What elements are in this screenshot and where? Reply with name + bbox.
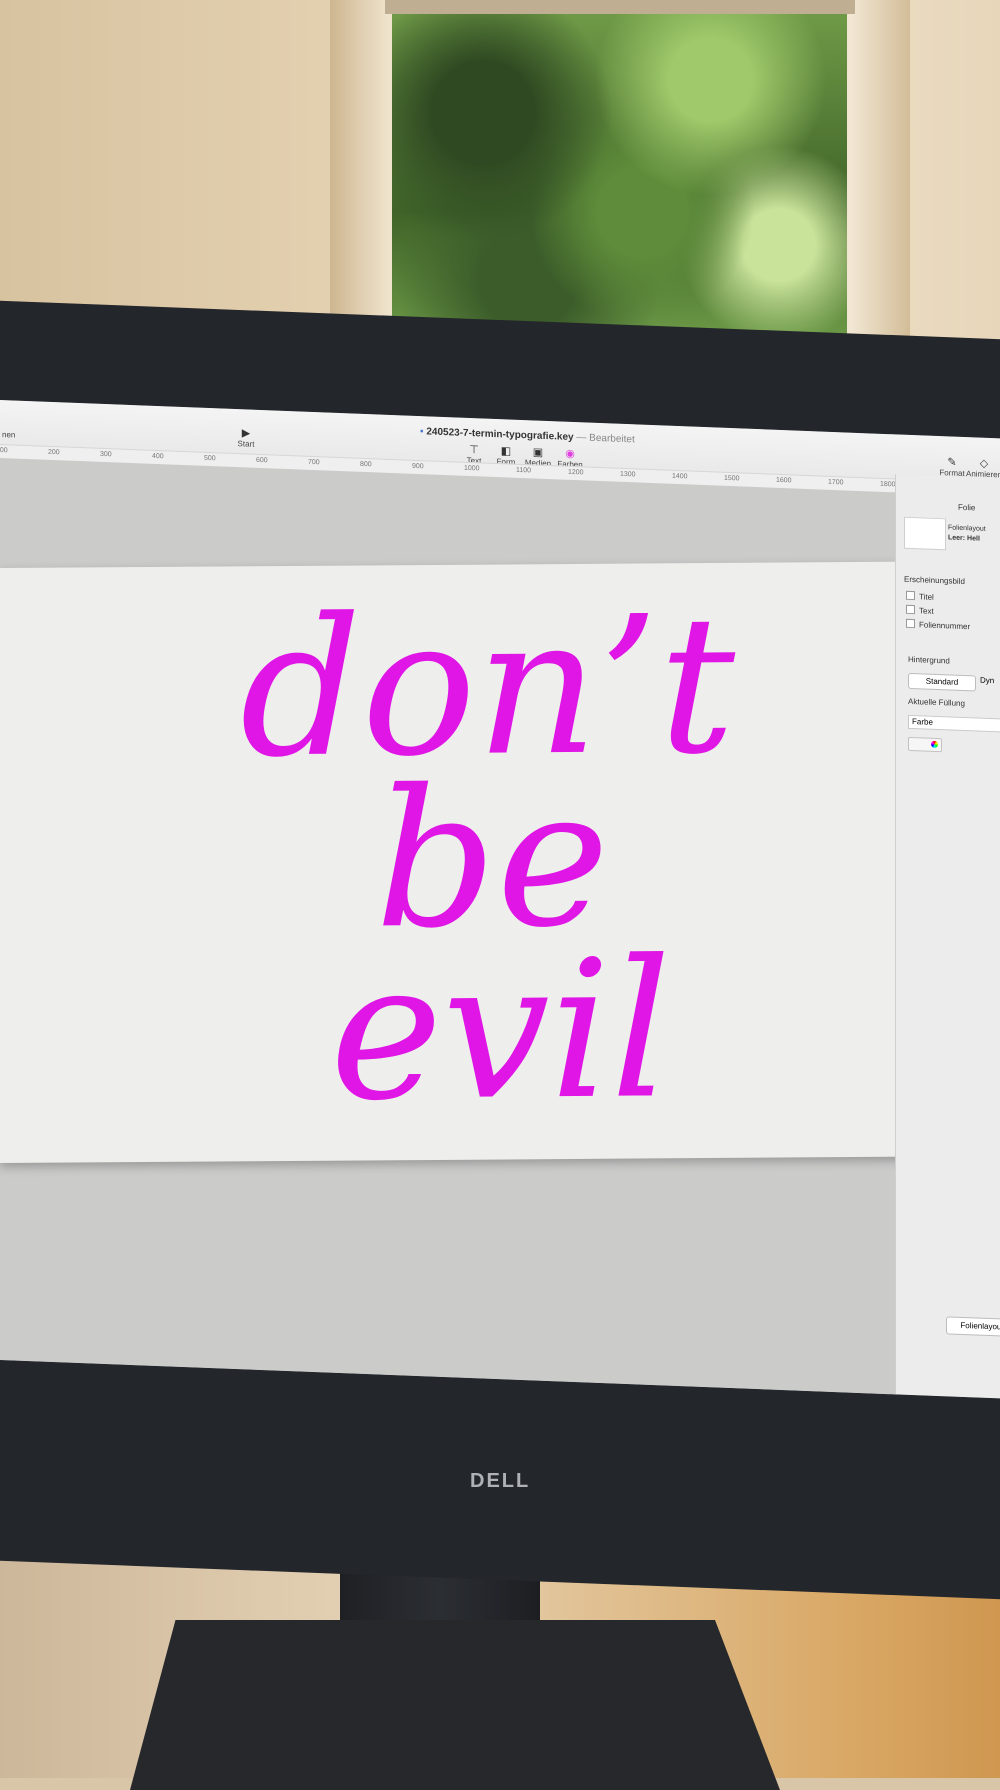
title-checkbox[interactable]: [906, 590, 915, 601]
text-checkbox[interactable]: [906, 604, 915, 615]
ruler-tick: 1600: [776, 476, 792, 485]
document-status: — Bearbeitet: [576, 432, 635, 446]
monitor-stand-base: [130, 1620, 780, 1790]
tab-folie[interactable]: Folie: [958, 503, 975, 513]
play-icon: ▶: [241, 427, 251, 440]
ruler-tick: 800: [360, 460, 372, 469]
option-text-label: Text: [919, 606, 934, 616]
ruler-tick: 1200: [568, 468, 584, 477]
ruler-tick: 1100: [516, 466, 532, 475]
slide[interactable]: don’t be evil: [0, 561, 915, 1163]
slide-number-checkbox[interactable]: [906, 618, 915, 629]
ruler-tick: 300: [100, 450, 112, 459]
ruler-tick: 1500: [724, 474, 740, 483]
document-icon: ▪: [420, 426, 424, 438]
slide-layout-value[interactable]: Leer: Hell: [948, 534, 980, 542]
appearance-heading: Erscheinungsbild: [904, 574, 965, 587]
ruler-tick: 1700: [828, 478, 844, 487]
slide-layout-label: Folienlayout: [948, 524, 986, 533]
background-heading: Hintergrund: [908, 654, 950, 666]
monitor-screen: nen ▶ Start ▪ 240523-7-termin-typografie…: [0, 400, 1000, 1399]
ruler-tick: 1000: [464, 464, 480, 473]
slide-layout-thumbnail[interactable]: [904, 516, 946, 551]
option-title[interactable]: Titel: [906, 590, 934, 602]
option-slide-number[interactable]: Foliennummer: [906, 618, 971, 632]
slide-layout-button[interactable]: Folienlayout: [946, 1316, 1000, 1338]
ruler-tick: 1800: [880, 480, 896, 489]
ruler-tick: 100: [0, 446, 8, 455]
ruler-tick: 700: [308, 458, 320, 467]
ruler-tick: 1400: [672, 472, 688, 481]
toolbar-left-label[interactable]: nen: [2, 430, 15, 440]
fill-color-well[interactable]: [908, 736, 942, 753]
option-title-label: Titel: [919, 592, 934, 602]
window-trees-view: [392, 14, 847, 344]
fill-type-select[interactable]: Farbe: [908, 714, 1000, 733]
document-filename: 240523-7-termin-typografie.key: [426, 426, 574, 444]
window-sash: [385, 0, 855, 14]
slide-text-line-3[interactable]: evil: [330, 919, 671, 1142]
background-standard-segment[interactable]: Standard: [908, 672, 976, 692]
ruler-tick: 200: [48, 448, 60, 457]
ruler-tick: 900: [412, 462, 424, 471]
ruler-tick: 1300: [620, 470, 636, 479]
color-wheel-icon: ◉: [565, 447, 575, 461]
start-button[interactable]: ▶ Start: [224, 427, 268, 450]
current-fill-heading: Aktuelle Füllung: [908, 696, 965, 709]
option-text[interactable]: Text: [906, 604, 934, 616]
option-slide-number-label: Foliennummer: [919, 620, 971, 632]
ruler-tick: 500: [204, 454, 216, 463]
start-label: Start: [237, 439, 255, 449]
background-dynamic-segment[interactable]: Dyn: [980, 676, 994, 686]
dell-logo: DELL: [470, 1470, 531, 1492]
color-wheel-icon: [931, 740, 938, 749]
inspector-panel: Folie Folienlayout Leer: Hell Erscheinun…: [895, 474, 1000, 1399]
slide-canvas[interactable]: don’t be evil: [0, 458, 915, 1395]
ruler-tick: 400: [152, 452, 164, 461]
ruler-tick: 600: [256, 456, 268, 465]
